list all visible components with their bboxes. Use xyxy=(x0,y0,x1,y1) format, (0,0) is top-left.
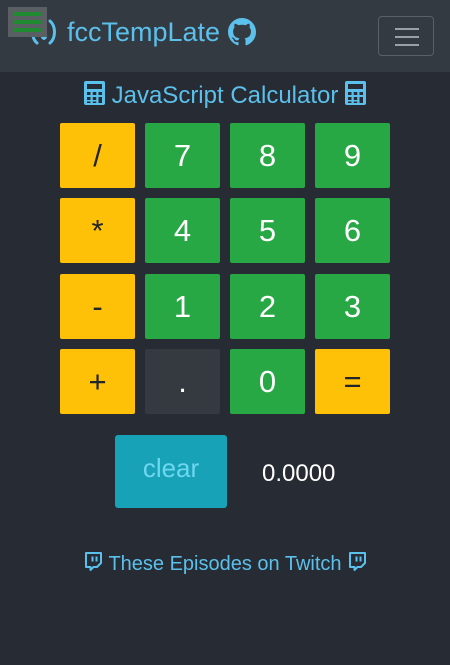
equals-button[interactable]: = xyxy=(315,349,390,414)
twitch-link-label: These Episodes on Twitch xyxy=(108,552,342,575)
brand-link[interactable]: fccTempLate xyxy=(28,14,257,50)
calculator-title: JavaScript Calculator xyxy=(111,82,339,109)
navbar: fccTempLate xyxy=(0,0,450,72)
add-button[interactable]: + xyxy=(60,349,135,414)
subtract-button[interactable]: - xyxy=(60,274,135,339)
clear-button[interactable]: clear xyxy=(115,435,227,508)
navbar-toggler-button[interactable] xyxy=(378,16,434,56)
digit-3-button[interactable]: 3 xyxy=(315,274,390,339)
digit-0-button[interactable]: 0 xyxy=(230,349,305,414)
multiply-button[interactable]: * xyxy=(60,198,135,263)
twitch-link[interactable]: These Episodes on Twitch xyxy=(0,551,450,577)
divide-button[interactable]: / xyxy=(60,123,135,188)
digit-8-button[interactable]: 8 xyxy=(230,123,305,188)
page-title: JavaScript Calculator xyxy=(0,80,450,112)
github-icon xyxy=(228,18,257,46)
digit-9-button[interactable]: 9 xyxy=(315,123,390,188)
digit-6-button[interactable]: 6 xyxy=(315,198,390,263)
decimal-button[interactable]: . xyxy=(145,349,220,414)
calculator-icon xyxy=(83,80,105,112)
digit-1-button[interactable]: 1 xyxy=(145,274,220,339)
digit-4-button[interactable]: 4 xyxy=(145,198,220,263)
brand-title: fccTempLate xyxy=(67,16,221,47)
digit-2-button[interactable]: 2 xyxy=(230,274,305,339)
calculator-icon xyxy=(345,80,367,112)
twitch-icon xyxy=(348,551,366,577)
twitch-icon xyxy=(84,551,103,577)
digit-7-button[interactable]: 7 xyxy=(145,123,220,188)
calculator-display: 0.0000 xyxy=(262,460,336,487)
hamburger-menu-icon[interactable] xyxy=(8,7,47,37)
digit-5-button[interactable]: 5 xyxy=(230,198,305,263)
